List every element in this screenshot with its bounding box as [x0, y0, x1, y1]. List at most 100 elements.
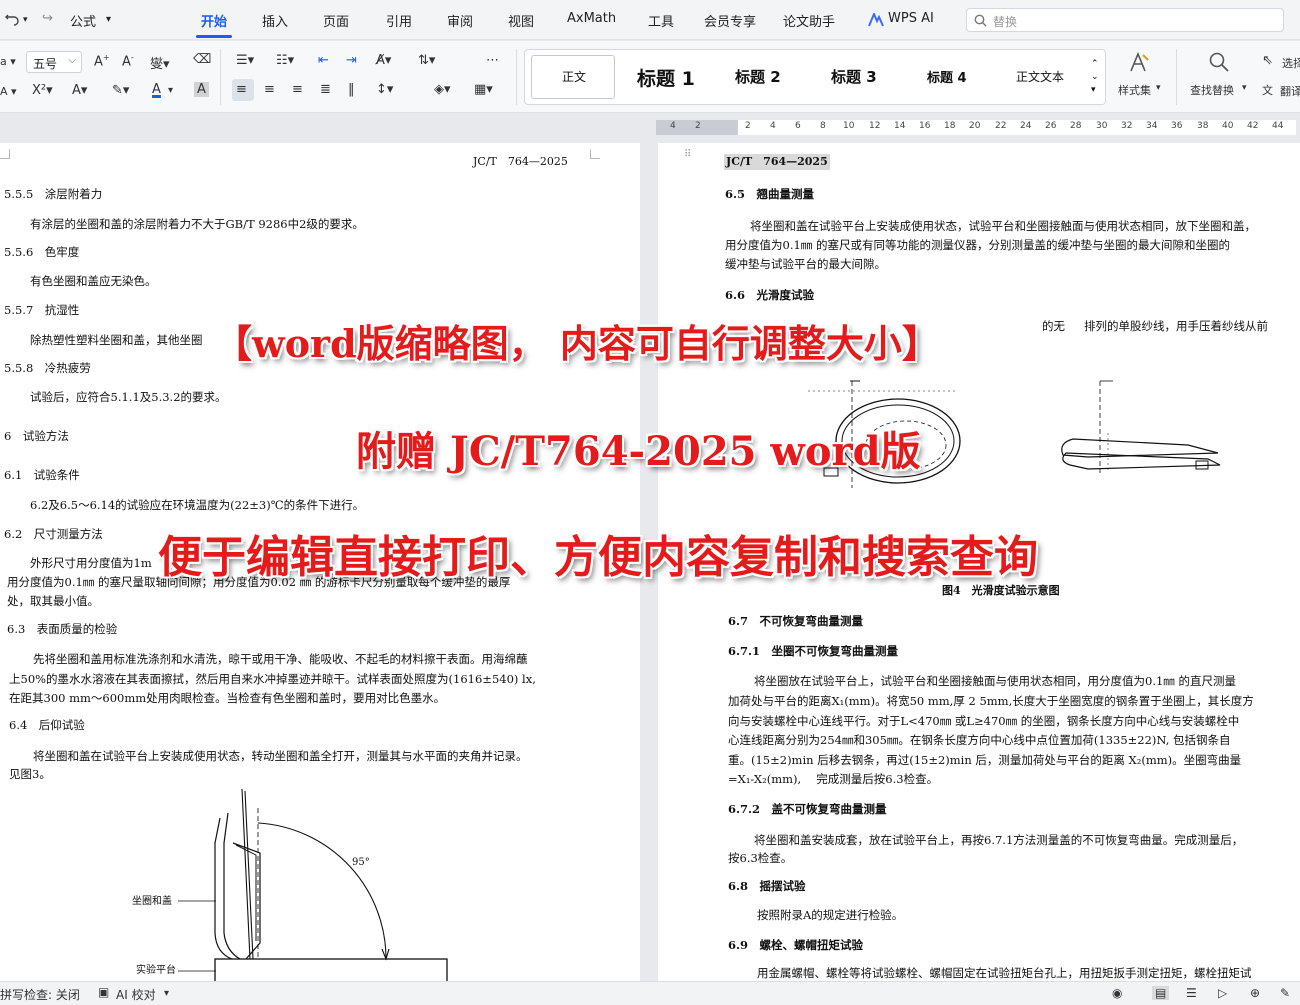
- decrease-font-icon[interactable]: A-: [122, 53, 134, 69]
- find-replace-icon[interactable]: [1208, 51, 1230, 73]
- tab-page[interactable]: 页面: [323, 11, 349, 30]
- formula-menu[interactable]: 公式: [70, 11, 96, 30]
- chapter-heading: 6 试验方法: [4, 429, 69, 443]
- ruler-tick: 12: [869, 121, 881, 131]
- tab-insert[interactable]: 插入: [262, 11, 288, 30]
- paragraph-line: 有色坐圈和盖应无染色。: [30, 274, 157, 288]
- sort-icon[interactable]: ⇅▾: [418, 53, 435, 68]
- ruler-tick: 18: [944, 121, 956, 131]
- tab-home[interactable]: 开始: [201, 11, 227, 30]
- web-view-icon[interactable]: ⊕: [1250, 986, 1260, 1000]
- justify-icon[interactable]: ≣: [320, 82, 331, 97]
- font-size-select[interactable]: 五号 ⌵: [26, 51, 82, 73]
- paragraph-line: 将坐圈和盖在试验平台上安装成使用状态，转动坐圈和盖全打开，测量其与水平面的夹角并…: [33, 749, 528, 763]
- search-placeholder: 替换: [993, 15, 1018, 29]
- tab-wps-ai[interactable]: WPS AI: [888, 11, 934, 26]
- increase-font-icon[interactable]: A+: [94, 53, 110, 69]
- section-heading: 6.4 后仰试验: [9, 718, 85, 732]
- clear-format-icon[interactable]: ⌫: [193, 52, 211, 67]
- bullet-list-icon[interactable]: ☰▾: [236, 53, 254, 68]
- paragraph-line: 上50%的墨水水溶液在其表面擦拭，然后用自来水冲掉墨迹并晾干。试样表面处照度为(…: [9, 672, 536, 686]
- tab-tools[interactable]: 工具: [648, 11, 674, 30]
- drag-handle-icon[interactable]: ⠿: [684, 150, 691, 160]
- style-gallery: 正文 标题 1 标题 2 标题 3 标题 4 正文文本 ⌃ ⌄ ▾: [524, 49, 1106, 105]
- chinese-layout-icon[interactable]: A̸▾: [376, 53, 391, 68]
- style-heading-2[interactable]: 标题 2: [735, 66, 781, 87]
- ruler-area: 4 2 2 4 6 8 10 12 14 16 18 20 22 24 26 2…: [0, 114, 1300, 140]
- quick-access-dropdown-icon[interactable]: ▾: [106, 14, 111, 25]
- numbered-list-icon[interactable]: ☷▾: [276, 53, 294, 68]
- align-left-icon[interactable]: ≡: [236, 82, 247, 97]
- section-heading: 6.2 尺寸测量方法: [4, 527, 103, 541]
- tab-view[interactable]: 视图: [508, 11, 534, 30]
- style-heading-3[interactable]: 标题 3: [831, 66, 877, 87]
- style-heading-4[interactable]: 标题 4: [927, 67, 967, 86]
- chevron-down-icon: ⌵: [68, 55, 76, 66]
- figure-label-platform: 实验平台: [136, 965, 176, 976]
- tab-review[interactable]: 审阅: [447, 11, 473, 30]
- gallery-scroll-icon[interactable]: ⌃ ⌄ ▾: [1091, 58, 1099, 97]
- undo-icon[interactable]: [4, 12, 20, 28]
- line-spacing-icon[interactable]: ↕▾: [376, 82, 393, 97]
- section-heading: 5.5.8 冷热疲劳: [4, 361, 91, 375]
- font-name-dropdown-icon[interactable]: a ▾: [0, 55, 16, 68]
- menu-bar: ▾ ↪ 公式 ▾ 开始 插入 页面 引用 审阅 视图 AxMath 工具 会员专…: [0, 0, 1300, 40]
- outline-view-icon[interactable]: ☰: [1186, 986, 1197, 1000]
- highlight-icon[interactable]: ✎▾: [112, 83, 129, 98]
- decrease-indent-icon[interactable]: ⇤: [318, 53, 329, 68]
- play-icon[interactable]: ▷: [1218, 986, 1227, 1000]
- horizontal-ruler[interactable]: 4 2 2 4 6 8 10 12 14 16 18 20 22 24 26 2…: [656, 120, 1296, 135]
- ai-check-icon[interactable]: ▣: [98, 985, 109, 999]
- search-input[interactable]: 替换: [966, 8, 1284, 32]
- find-replace-dropdown-icon[interactable]: ▾: [1242, 83, 1247, 93]
- align-right-icon[interactable]: ≡: [292, 82, 303, 97]
- borders-icon[interactable]: ▦▾: [474, 82, 493, 97]
- style-set-dropdown-icon[interactable]: ▾: [1156, 83, 1161, 93]
- redo-icon[interactable]: ↪: [42, 11, 53, 26]
- char-shading-icon[interactable]: A: [194, 82, 209, 97]
- ai-check-dropdown-icon[interactable]: ▾: [164, 988, 169, 999]
- distributed-icon[interactable]: ‖: [348, 82, 355, 97]
- select-button[interactable]: 选择: [1282, 55, 1300, 71]
- paragraph-line: 试验后，应符合5.1.1及5.3.2的要求。: [30, 390, 227, 404]
- text-outline-icon[interactable]: A▾: [72, 83, 87, 98]
- page-header: JC/T 764—2025: [724, 154, 830, 170]
- translate-button[interactable]: 翻译: [1280, 83, 1300, 99]
- style-body-text[interactable]: 正文文本: [1016, 68, 1064, 85]
- style-set-button[interactable]: 样式集: [1118, 82, 1151, 98]
- font-color-icon[interactable]: A: [152, 82, 161, 97]
- style-normal[interactable]: 正文: [531, 55, 615, 99]
- figure-label-seat: 坐圈和盖: [132, 896, 172, 907]
- eye-protection-icon[interactable]: ◉: [1112, 986, 1122, 1000]
- text-effect-icon[interactable]: A ▾: [0, 85, 17, 98]
- style-set-icon[interactable]: [1128, 51, 1150, 73]
- increase-indent-icon[interactable]: ⇥: [346, 53, 357, 68]
- phonetic-guide-icon[interactable]: 燮▾: [150, 53, 170, 72]
- page-view-icon[interactable]: ▤: [1152, 986, 1170, 1000]
- style-heading-1[interactable]: 标题 1: [637, 64, 695, 91]
- tab-member[interactable]: 会员专享: [704, 11, 756, 30]
- spell-check-status[interactable]: 拼写检查: 关闭: [0, 986, 80, 1003]
- select-cursor-icon[interactable]: ⇖: [1262, 53, 1273, 68]
- superscript-icon[interactable]: X²▾: [32, 83, 53, 98]
- ruler-tick: 30: [1096, 121, 1108, 131]
- translate-icon[interactable]: 文: [1262, 82, 1273, 98]
- find-replace-button[interactable]: 查找替换: [1190, 82, 1234, 98]
- undo-dropdown-icon[interactable]: ▾: [23, 15, 28, 25]
- font-color-dropdown-icon[interactable]: ▾: [168, 85, 173, 96]
- paragraph-line: 的无: [1042, 319, 1065, 333]
- paragraph-line: 外形尺寸用分度值为1m: [30, 556, 152, 570]
- ai-check-button[interactable]: AI 校对: [116, 986, 156, 1003]
- status-bar: 拼写检查: 关闭 ▣ AI 校对 ▾ ◉ ▤ ☰ ▷ ⊕ ✎: [0, 981, 1300, 1005]
- show-marks-icon[interactable]: ⋯: [486, 53, 499, 68]
- style-normal-label: 正文: [562, 70, 587, 84]
- section-heading: 5.5.7 抗湿性: [4, 303, 80, 317]
- ribbon-toolbar: a ▾ 五号 ⌵ A+ A- 燮▾ ⌫ A ▾ X²▾ A▾ ✎▾ A ▾ A …: [0, 41, 1300, 113]
- tab-references[interactable]: 引用: [386, 11, 412, 30]
- tab-paper-assistant[interactable]: 论文助手: [783, 11, 835, 30]
- align-center-icon[interactable]: ≡: [264, 82, 275, 97]
- tab-axmath[interactable]: AxMath: [567, 11, 616, 26]
- ribbon-separator: [1176, 49, 1177, 105]
- edit-mode-icon[interactable]: ✎: [1280, 986, 1290, 1000]
- shading-icon[interactable]: ◈▾: [434, 82, 451, 97]
